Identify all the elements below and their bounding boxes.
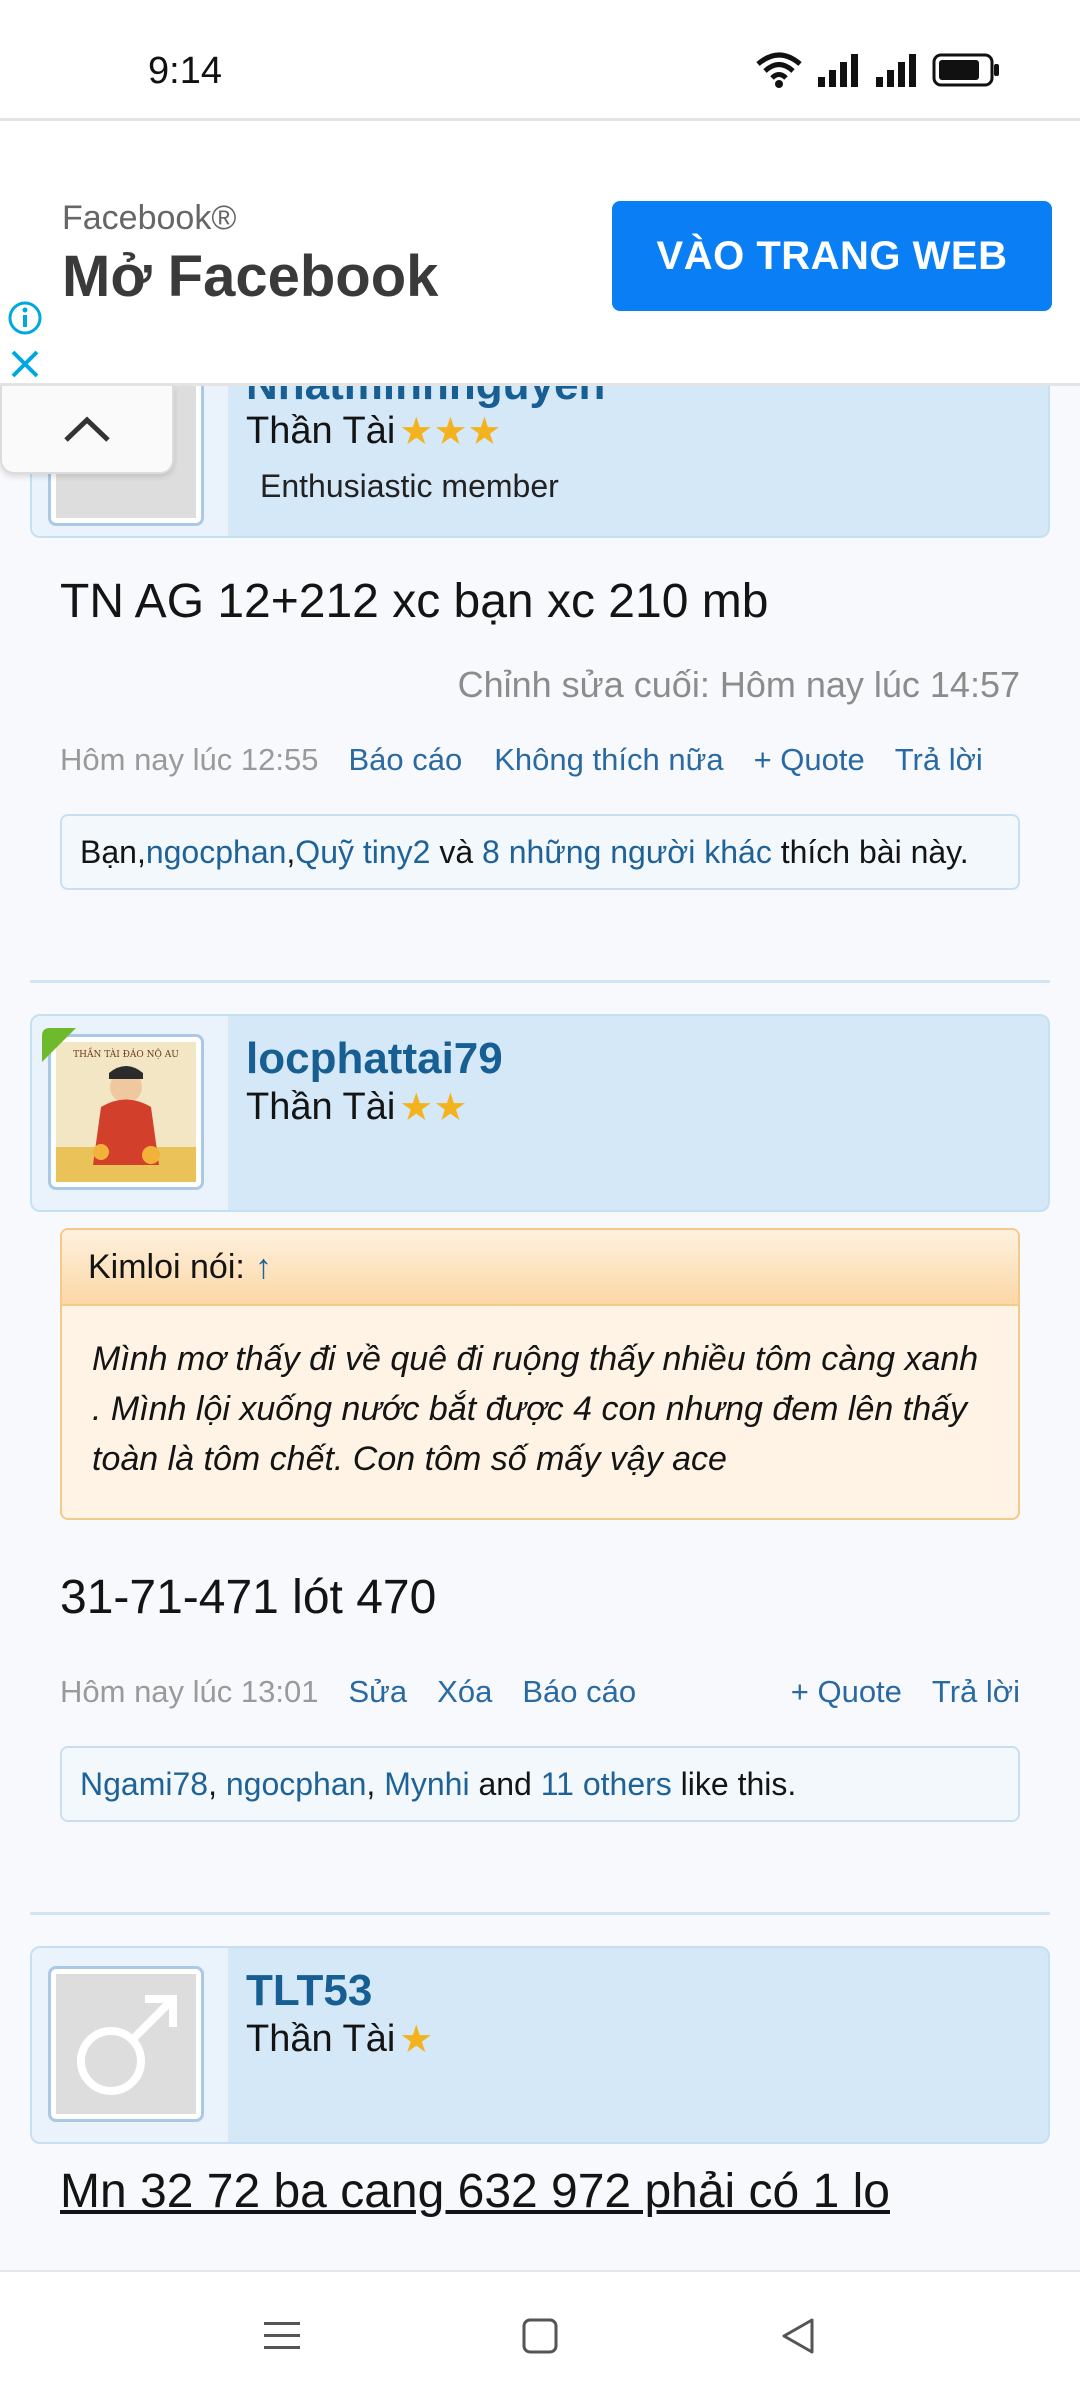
online-indicator-icon (42, 1028, 76, 1062)
post2-rank-label: Thần Tài (246, 1086, 396, 1128)
post2-delete-link[interactable]: Xóa (437, 1674, 492, 1710)
ad-close-icon[interactable] (6, 345, 44, 383)
status-time: 9:14 (148, 50, 222, 92)
post1-likes-suffix: thích bài này. (771, 833, 969, 870)
status-icons (756, 52, 1000, 88)
post2-rank: Thần Tài ★★ (246, 1086, 467, 1129)
signal-icon-2 (876, 54, 916, 87)
post1-like-user[interactable]: ngocphan (146, 834, 287, 871)
post1-rank-label: Thần Tài (246, 410, 396, 452)
ad-title: Mở Facebook (62, 244, 439, 309)
post1-username[interactable]: Nhatminhnguyen (246, 386, 605, 410)
quote-header: Kimloi nói: ↑ (62, 1230, 1018, 1306)
scroll-up-button[interactable] (0, 386, 174, 474)
wifi-icon (756, 52, 802, 88)
post3-username[interactable]: TLT53 (246, 1966, 372, 2016)
menu-icon[interactable] (262, 2316, 302, 2356)
male-symbol-icon (77, 1995, 177, 2095)
post2-report-link[interactable]: Báo cáo (522, 1674, 636, 1710)
post2-username[interactable]: locphattai79 (246, 1034, 503, 1084)
post2-avatar-container: THẦN TÀI ĐÁO NỘ AU (32, 1016, 228, 1210)
post2-likes-sep: , (208, 1765, 226, 1802)
post2-likes-summary: Ngami78 , ngocphan , Mynhi and 11 others… (60, 1746, 1020, 1822)
post2-like-user[interactable]: Ngami78 (80, 1766, 208, 1803)
post1-like-user[interactable]: Quỹ tiny2 (295, 834, 430, 871)
battery-icon (932, 53, 999, 87)
post1-report-link[interactable]: Báo cáo (348, 742, 462, 778)
post1-likes-prefix: Bạn, (80, 833, 146, 870)
ad-brand: Facebook® (62, 199, 237, 237)
quote-author: Kimloi nói: (88, 1247, 245, 1286)
chevron-up-icon (64, 416, 110, 442)
post1-time[interactable]: Hôm nay lúc 12:55 (60, 742, 318, 778)
post-separator (30, 1912, 1050, 1915)
post2-likes-sep: , (366, 1765, 385, 1802)
status-bar: 9:14 (0, 0, 1080, 118)
post3-message: Mn 32 72 ba cang 632 972 phải có 1 lo (60, 2165, 890, 2218)
star-icon: ★ (399, 2018, 434, 2061)
post1-unlike-link[interactable]: Không thích nữa (494, 742, 723, 778)
post1-likes-others-link[interactable]: 8 những người khác (482, 834, 772, 871)
post2-likes-suffix: like this. (671, 1765, 797, 1802)
post3-user-card: TLT53 Thần Tài ★ (30, 1946, 1050, 2144)
back-icon[interactable] (778, 2316, 818, 2356)
quote-jump-arrow[interactable]: ↑ (255, 1248, 272, 1287)
post2-quote-block: Kimloi nói: ↑ Mình mơ thấy đi về quê đi … (60, 1228, 1020, 1520)
thread-content: Nhatminhnguyen Thần Tài ★★★ Enthusiastic… (0, 386, 1080, 2270)
ad-info-icon[interactable] (6, 299, 44, 337)
post2-meta-bar: Hôm nay lúc 13:01 Sửa Xóa Báo cáo + Quot… (60, 1674, 1020, 1710)
post1-edited-note: Chỉnh sửa cuối: Hôm nay lúc 14:57 (457, 664, 1020, 705)
post3-rank: Thần Tài ★ (246, 2018, 433, 2061)
star-icon: ★★★ (399, 410, 502, 453)
post2-like-user[interactable]: ngocphan (226, 1766, 367, 1803)
ad-open-button[interactable]: VÀO TRANG WEB (612, 201, 1052, 311)
post1-likes-summary: Bạn, ngocphan , Quỹ tiny2 và 8 những ngư… (60, 814, 1020, 890)
post2-edit-link[interactable]: Sửa (348, 1674, 407, 1710)
post1-meta-bar: Hôm nay lúc 12:55 Báo cáo Không thích nữ… (60, 742, 1020, 778)
post-separator (30, 980, 1050, 983)
quote-text: Mình mơ thấy đi về quê đi ruộng thấy nhi… (92, 1340, 979, 1478)
post1-rank: Thần Tài ★★★ (246, 410, 501, 453)
post3-avatar-container (32, 1948, 228, 2142)
post1-reply-link[interactable]: Trả lời (895, 742, 983, 778)
post1-member-title: Enthusiastic member (260, 468, 559, 504)
post2-likes-and: and (469, 1765, 541, 1802)
home-icon[interactable] (520, 2316, 560, 2356)
post2-user-card: THẦN TÀI ĐÁO NỘ AU locphattai79 Thần Tài… (30, 1014, 1050, 1212)
post1-message: TN AG 12+212 xc bạn xc 210 mb (60, 575, 769, 628)
post3-rank-label: Thần Tài (246, 2018, 396, 2060)
post1-quote-link[interactable]: + Quote (754, 742, 865, 778)
star-icon: ★★ (399, 1086, 468, 1129)
post2-message: 31-71-471 lót 470 (60, 1571, 437, 1624)
post2-reply-link[interactable]: Trả lời (932, 1674, 1020, 1710)
post2-quote-link[interactable]: + Quote (791, 1674, 902, 1710)
post2-time[interactable]: Hôm nay lúc 13:01 (60, 1674, 318, 1710)
post2-likes-others-link[interactable]: 11 others (541, 1766, 672, 1803)
post3-avatar[interactable] (48, 1966, 204, 2122)
post1-likes-sep: , (286, 833, 296, 870)
system-navigation-bar (0, 2270, 1080, 2402)
signal-icon-1 (818, 54, 858, 87)
post1-user-card: Nhatminhnguyen Thần Tài ★★★ Enthusiastic… (30, 386, 1050, 538)
post1-likes-and: và (430, 833, 483, 870)
ad-banner[interactable]: Facebook® Mở Facebook VÀO TRANG WEB (0, 118, 1080, 386)
post2-like-user[interactable]: Mynhi (384, 1766, 469, 1803)
